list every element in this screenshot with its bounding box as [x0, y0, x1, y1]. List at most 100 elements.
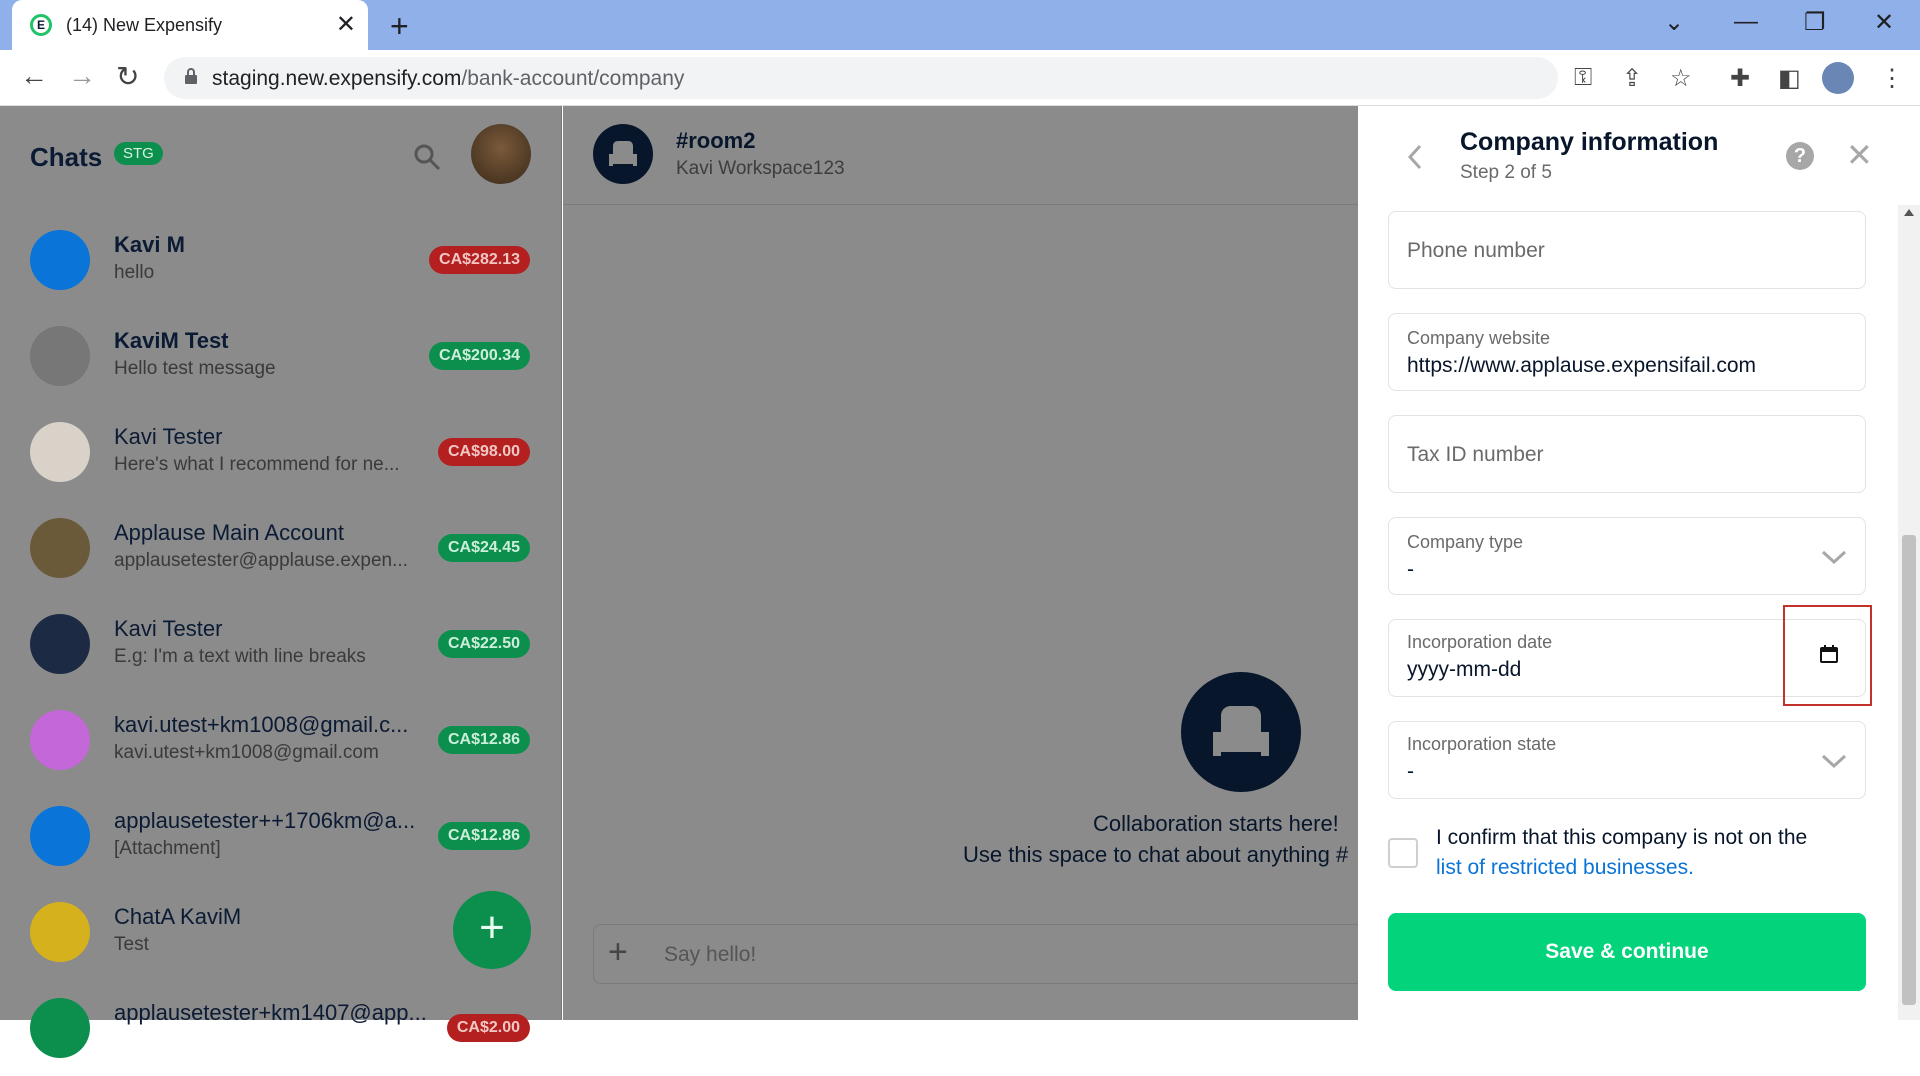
- lock-icon: [185, 68, 197, 84]
- browser-tab-bar: E (14) New Expensify ✕ + ⌄ — ❐ ✕: [0, 0, 1920, 50]
- address-bar: ← → ↻ staging.new.expensify.com/bank-acc…: [0, 50, 1920, 106]
- chat-preview: kavi.utest+km1008@gmail.com: [114, 742, 379, 763]
- confirm-text: I confirm that this company is not on th…: [1436, 826, 1808, 849]
- amount-badge: CA$22.50: [437, 630, 530, 658]
- message-composer[interactable]: + Say hello!: [593, 924, 1393, 984]
- share-icon[interactable]: ⇪: [1622, 64, 1642, 93]
- attach-plus-icon[interactable]: +: [608, 933, 628, 972]
- phone-number-placeholder: Phone number: [1407, 239, 1545, 262]
- chat-sidebar: Chats STG Kavi M hello CA$282.13 KaviM Test…: [0, 106, 562, 1058]
- tab-close-icon[interactable]: ✕: [336, 10, 356, 39]
- url-field[interactable]: staging.new.expensify.com/bank-account/c…: [164, 57, 1558, 99]
- phone-number-field[interactable]: Phone number: [1388, 211, 1866, 289]
- incorporation-state-label: Incorporation state: [1407, 734, 1557, 754]
- panel-scrollbar[interactable]: [1898, 205, 1920, 1020]
- chat-name: kavi.utest+km1008@gmail.c...: [114, 712, 409, 737]
- confirm-checkbox[interactable]: [1388, 838, 1418, 868]
- chat-name: applausetester++1706km@a...: [114, 808, 416, 833]
- chat-row[interactable]: Applause Main Account applausetester@appl…: [0, 500, 562, 596]
- side-panel-icon[interactable]: ◧: [1778, 64, 1801, 93]
- chevron-down-icon: [1821, 550, 1847, 565]
- env-badge: STG: [114, 142, 163, 165]
- chat-row[interactable]: kavi.utest+km1008@gmail.c... kavi.utest+k…: [0, 692, 562, 788]
- url-host: staging.new.expensify.com: [212, 67, 462, 90]
- chat-preview: [Attachment]: [114, 838, 221, 859]
- chat-avatar: [30, 902, 90, 962]
- empty-state-title: Collaboration starts here!: [1093, 811, 1339, 836]
- profile-avatar[interactable]: [1822, 62, 1854, 94]
- incorporation-state-value: -: [1407, 760, 1414, 783]
- back-chevron-icon[interactable]: [1404, 142, 1426, 172]
- company-website-value: https://www.applause.expensifail.com: [1407, 354, 1757, 377]
- new-tab-icon[interactable]: +: [390, 8, 409, 45]
- chat-avatar: [30, 998, 90, 1058]
- restore-icon[interactable]: ❐: [1804, 8, 1826, 37]
- chat-row[interactable]: applausetester+km1407@app... CA$2.00: [0, 980, 562, 1076]
- window-close-icon[interactable]: ✕: [1874, 8, 1894, 37]
- app: Chats STG Kavi M hello CA$282.13 KaviM Test…: [0, 106, 1920, 1058]
- tax-id-field[interactable]: Tax ID number: [1388, 415, 1866, 493]
- amount-badge: CA$12.86: [437, 726, 530, 754]
- chat-preview: applausetester@applause.expen...: [114, 550, 408, 571]
- company-type-select[interactable]: Company type -: [1388, 517, 1866, 595]
- expensify-favicon-icon: E: [30, 14, 52, 36]
- calendar-icon[interactable]: [1819, 644, 1839, 664]
- chat-main: #room2 Kavi Workspace123 Collaboration s…: [563, 106, 1393, 1020]
- chat-preview: hello: [114, 262, 155, 283]
- restricted-businesses-link[interactable]: list of restricted businesses.: [1436, 856, 1694, 880]
- empty-state-subtitle: Use this space to chat about anything #: [963, 842, 1349, 867]
- chat-preview: Hello test message: [114, 358, 276, 379]
- incorporation-state-select[interactable]: Incorporation state -: [1388, 721, 1866, 799]
- extensions-icon[interactable]: ✚: [1730, 64, 1750, 93]
- tab-title: (14) New Expensify: [66, 15, 223, 35]
- sidebar-title: Chats: [30, 142, 103, 172]
- chat-avatar: [30, 422, 90, 482]
- browser-tab[interactable]: E (14) New Expensify ✕: [12, 0, 368, 50]
- room-large-avatar: [1181, 672, 1301, 792]
- scroll-up-arrow-icon[interactable]: [1904, 209, 1914, 216]
- amount-badge: CA$24.45: [437, 534, 530, 562]
- chat-row[interactable]: applausetester++1706km@a... [Attachment] C…: [0, 788, 562, 884]
- chat-row[interactable]: KaviM Test Hello test message CA$200.34: [0, 308, 562, 404]
- scrollbar-thumb[interactable]: [1902, 535, 1916, 1005]
- room-avatar[interactable]: [593, 124, 653, 184]
- incorporation-date-label: Incorporation date: [1407, 632, 1553, 652]
- back-arrow-icon[interactable]: ←: [20, 60, 48, 92]
- chat-avatar: [30, 326, 90, 386]
- bookmark-star-icon[interactable]: ☆: [1670, 64, 1692, 93]
- composer-placeholder: Say hello!: [664, 943, 757, 966]
- new-chat-fab-button[interactable]: +: [453, 891, 531, 969]
- chat-row[interactable]: Kavi M hello CA$282.13: [0, 212, 562, 308]
- help-icon[interactable]: ?: [1786, 142, 1814, 170]
- step-indicator: Step 2 of 5: [1460, 162, 1552, 183]
- forward-arrow-icon[interactable]: →: [68, 60, 96, 92]
- chat-row[interactable]: Kavi Tester E.g: I'm a text with line bre…: [0, 596, 562, 692]
- save-continue-button[interactable]: Save & continue: [1388, 913, 1866, 991]
- amount-badge: CA$282.13: [429, 246, 530, 274]
- key-icon[interactable]: ⚿: [1574, 64, 1592, 92]
- company-website-field[interactable]: Company website https://www.applause.exp…: [1388, 313, 1866, 391]
- chevron-down-icon: [1821, 754, 1847, 769]
- chat-name: Kavi M: [114, 232, 185, 257]
- user-avatar[interactable]: [471, 124, 531, 184]
- tab-search-icon[interactable]: ⌄: [1664, 8, 1684, 37]
- company-type-value: -: [1407, 558, 1414, 581]
- url-path: /bank-account/company: [461, 67, 685, 90]
- amount-badge: CA$200.34: [429, 342, 530, 370]
- reload-icon[interactable]: ↻: [116, 60, 139, 93]
- minimize-icon[interactable]: —: [1734, 8, 1758, 36]
- tax-id-placeholder: Tax ID number: [1407, 443, 1544, 466]
- menu-kebab-icon[interactable]: ⋮: [1880, 64, 1904, 93]
- armchair-large-icon: [1213, 706, 1269, 756]
- chat-avatar: [30, 230, 90, 290]
- chat-name: Kavi Tester: [114, 616, 223, 641]
- company-information-panel: Company information Step 2 of 5 ? ✕ Phon…: [1358, 106, 1920, 1020]
- panel-title: Company information: [1460, 128, 1719, 156]
- panel-close-icon[interactable]: ✕: [1846, 136, 1873, 174]
- chat-row[interactable]: Kavi Tester Here's what I recommend for n…: [0, 404, 562, 500]
- chat-avatar: [30, 710, 90, 770]
- room-name[interactable]: #room2: [676, 128, 755, 154]
- chat-avatar: [30, 518, 90, 578]
- amount-badge: CA$2.00: [446, 1014, 530, 1042]
- search-icon[interactable]: [412, 142, 442, 172]
